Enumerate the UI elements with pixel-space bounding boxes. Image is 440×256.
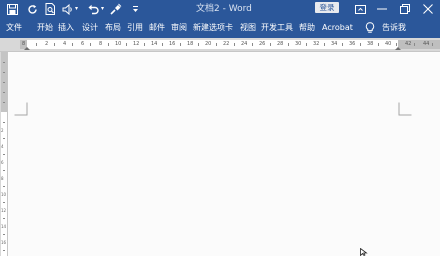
tab-review[interactable]: 审阅 xyxy=(171,18,187,38)
print-preview-icon[interactable] xyxy=(44,2,56,16)
read-aloud-dropdown-icon[interactable]: ▾ xyxy=(75,4,78,14)
ruler-tick xyxy=(3,186,5,187)
tab-home[interactable]: 开始 xyxy=(37,18,53,38)
tab-design[interactable]: 设计 xyxy=(82,18,98,38)
tab-mailings[interactable]: 邮件 xyxy=(149,18,165,38)
tab-file[interactable]: 文件 xyxy=(6,18,22,38)
ruler-number: 6 xyxy=(1,160,4,165)
margin-corner-top-right xyxy=(398,102,412,116)
read-aloud-icon[interactable] xyxy=(62,2,74,16)
ruler-tick xyxy=(3,218,5,219)
ruler-number: 8 xyxy=(1,176,4,181)
ruler-tick xyxy=(3,202,5,203)
ruler-number: 16 xyxy=(1,240,7,245)
ruler-tick xyxy=(3,82,5,83)
tab-new-tab[interactable]: 新建选项卡 xyxy=(193,18,233,38)
ruler-tick xyxy=(3,72,5,73)
ruler-tick xyxy=(3,234,5,235)
tab-insert[interactable]: 插入 xyxy=(58,18,74,38)
ruler-tick xyxy=(3,62,5,63)
ruler-tick xyxy=(3,250,5,251)
format-painter-icon[interactable] xyxy=(110,2,122,16)
horizontal-ruler[interactable]: 8 2 4 6 8 10 12 14 16 18 20 22 24 26 28 … xyxy=(0,38,440,52)
ruler-tick xyxy=(3,92,5,93)
undo-icon[interactable] xyxy=(87,2,99,16)
tab-developer[interactable]: 开发工具 xyxy=(261,18,293,38)
ruler-tick xyxy=(3,154,5,155)
undo-dropdown-icon[interactable]: ▾ xyxy=(101,4,104,14)
ruler-number: 12 xyxy=(1,208,7,213)
margin-corner-top-left xyxy=(14,102,28,116)
restore-icon[interactable] xyxy=(395,2,415,16)
ruler-number: 10 xyxy=(1,192,7,197)
document-page[interactable] xyxy=(9,53,440,256)
repeat-icon[interactable] xyxy=(26,2,38,16)
ruler-tick xyxy=(3,138,5,139)
lightbulb-icon[interactable] xyxy=(365,22,375,34)
tab-view[interactable]: 视图 xyxy=(240,18,256,38)
mouse-cursor-icon xyxy=(360,248,368,256)
minimize-icon[interactable] xyxy=(372,2,392,16)
tab-help[interactable]: 帮助 xyxy=(299,18,315,38)
tab-references[interactable]: 引用 xyxy=(127,18,143,38)
ruler-number: 14 xyxy=(1,224,7,229)
tell-me-search[interactable]: 告诉我 xyxy=(382,18,406,38)
ruler-ticks xyxy=(24,43,433,50)
close-icon[interactable] xyxy=(418,2,438,16)
vertical-ruler[interactable]: 2 4 6 8 10 12 14 16 xyxy=(0,52,8,256)
word-window: ▾ ▾ 文档2 - Word 登录 文件 开始 插入 设计 布局 引用 邮件 审… xyxy=(0,0,440,256)
ruler-tick xyxy=(3,170,5,171)
ruler-tick xyxy=(3,122,5,123)
document-title: 文档2 - Word xyxy=(196,4,252,14)
ribbon-display-options-icon[interactable] xyxy=(350,2,370,16)
customize-qat-icon[interactable] xyxy=(130,2,140,16)
tab-acrobat[interactable]: Acrobat xyxy=(322,18,353,38)
ruler-tick xyxy=(3,102,5,103)
ruler-number: 4 xyxy=(1,144,4,149)
save-icon[interactable] xyxy=(6,2,18,16)
ribbon-tab-bar: 文件 开始 插入 设计 布局 引用 邮件 审阅 新建选项卡 视图 开发工具 帮助… xyxy=(0,18,440,38)
title-bar: ▾ ▾ 文档2 - Word 登录 xyxy=(0,0,440,18)
login-button[interactable]: 登录 xyxy=(315,2,339,13)
ruler-number: 2 xyxy=(1,128,4,133)
tab-layout[interactable]: 布局 xyxy=(105,18,121,38)
